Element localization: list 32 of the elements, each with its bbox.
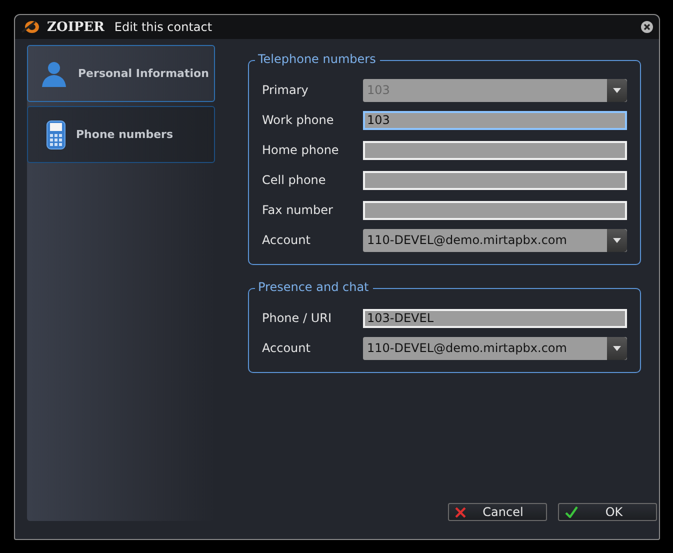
logo-icon	[21, 19, 41, 35]
phone-icon	[46, 120, 66, 150]
field-label: Phone / URI	[262, 311, 333, 325]
field-label: Account	[262, 341, 312, 355]
field-label: Home phone	[262, 143, 340, 157]
person-icon	[40, 60, 68, 88]
field-label: Account	[262, 233, 312, 247]
field-label: Primary	[262, 83, 310, 97]
dropdown[interactable]: 110-DEVEL@demo.mirtapbx.com	[363, 228, 627, 252]
check-icon	[565, 506, 578, 518]
dialog-button[interactable]: Cancel	[448, 503, 547, 521]
input-field[interactable]	[363, 140, 627, 160]
input-field[interactable]	[363, 200, 627, 220]
close-icon[interactable]	[641, 21, 653, 33]
group-title: Presence and chat	[255, 280, 373, 294]
caret-icon	[613, 88, 621, 92]
dropdown[interactable]: 110-DEVEL@demo.mirtapbx.com	[363, 336, 627, 360]
caret-icon	[613, 238, 621, 242]
field-label: Work phone	[262, 113, 335, 127]
caret-icon	[613, 346, 621, 350]
sidebar-item[interactable]: Personal Information	[27, 45, 215, 102]
input-field[interactable]: 103-DEVEL	[363, 308, 627, 328]
close-icon	[455, 506, 466, 518]
group-title: Telephone numbers	[255, 52, 380, 66]
app-brand: ZOIPER	[47, 20, 104, 34]
field-label: Cell phone	[262, 173, 327, 187]
window-title: Edit this contact	[114, 20, 212, 34]
sidebar-item[interactable]: Phone numbers	[27, 106, 215, 163]
input-field[interactable]	[363, 170, 627, 190]
field-label: Fax number	[262, 203, 334, 217]
dialog-button[interactable]: OK	[558, 503, 657, 521]
input-field[interactable]: 103	[363, 110, 627, 130]
